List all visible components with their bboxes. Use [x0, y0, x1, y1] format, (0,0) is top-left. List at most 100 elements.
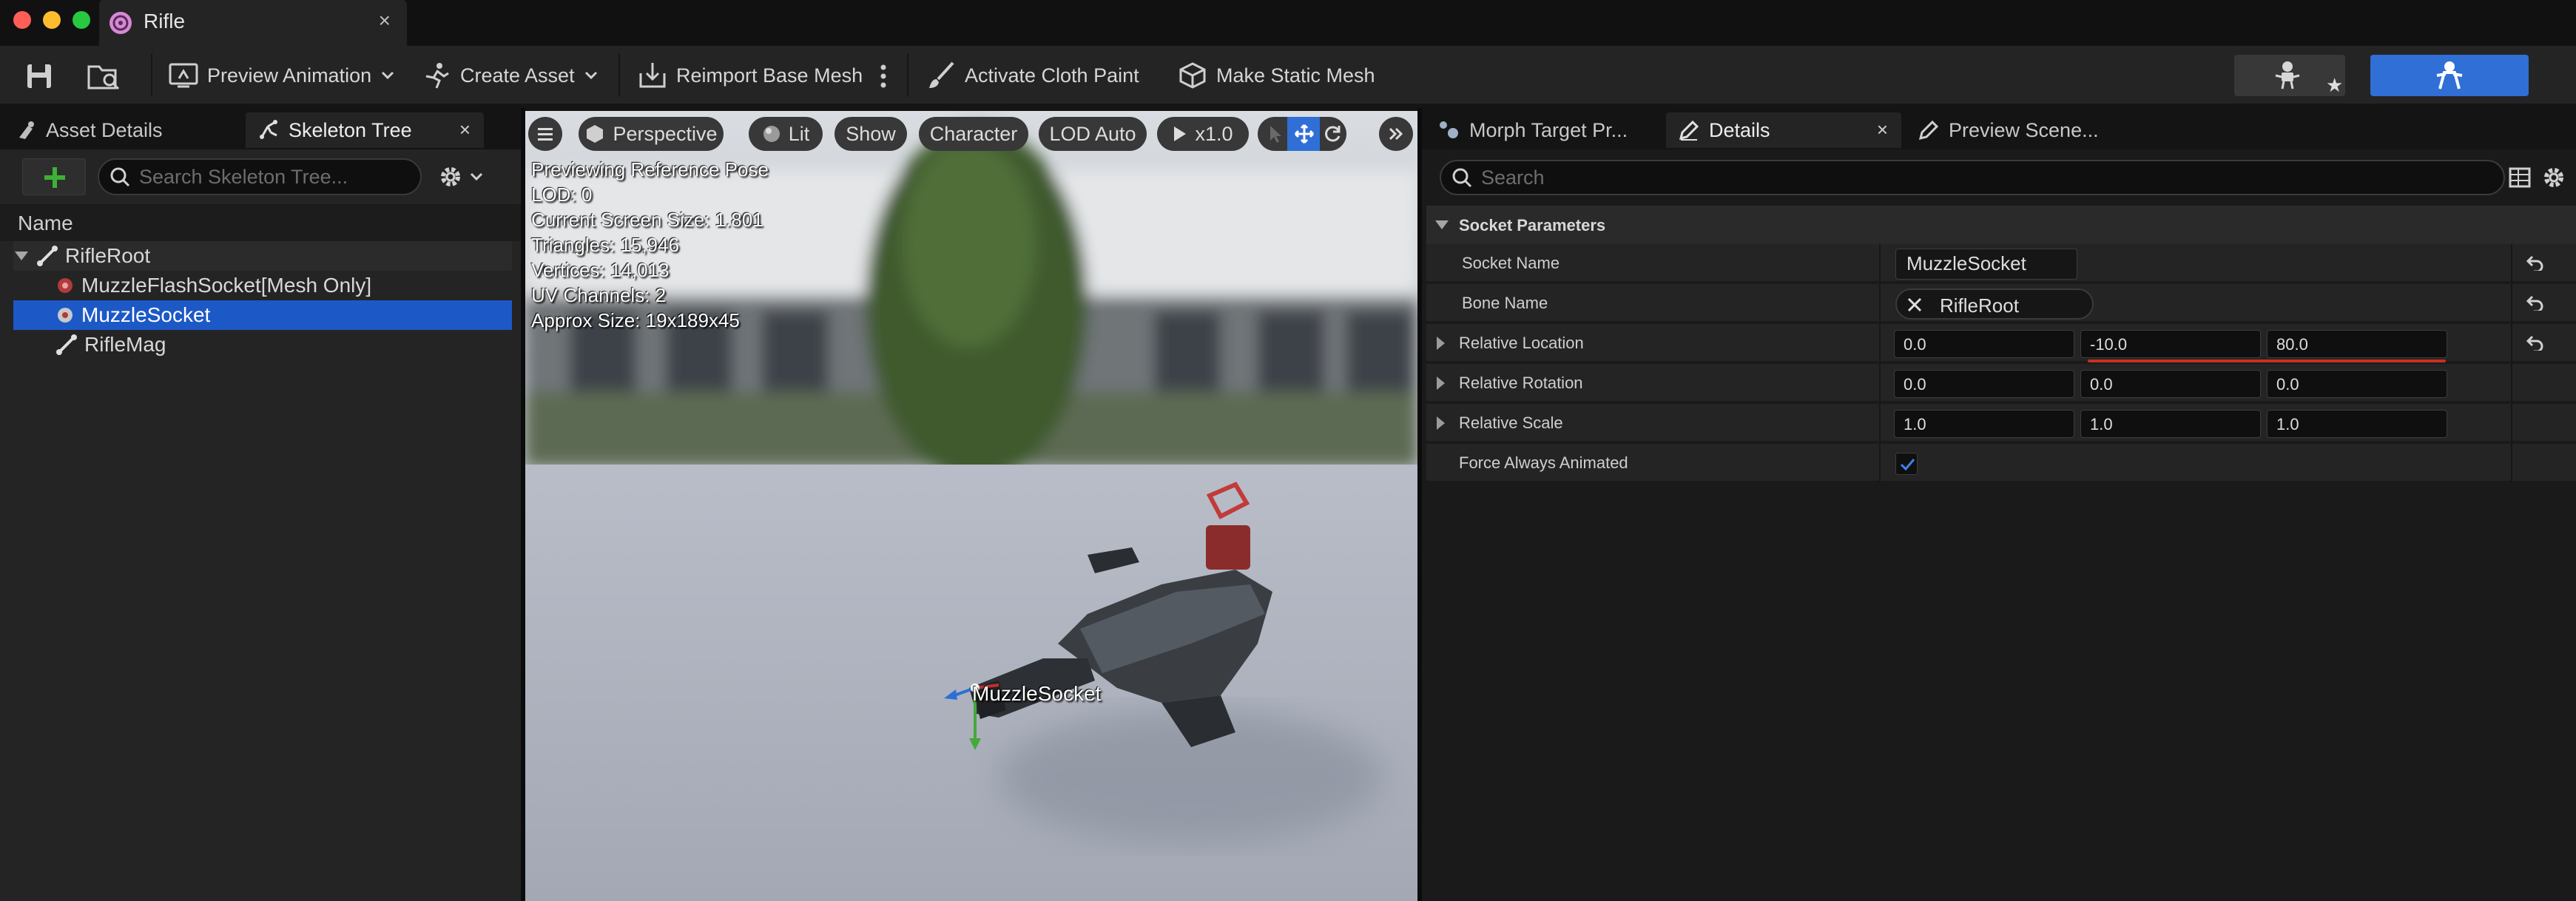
show-menu-button[interactable]: Show [834, 117, 907, 151]
minimize-window-button[interactable] [43, 11, 61, 29]
rotation-yaw-input[interactable]: 0.0 [2267, 370, 2447, 398]
lod-menu-button[interactable]: LOD Auto [1039, 117, 1147, 151]
socket-icon [55, 275, 75, 296]
tab-details[interactable]: Details × [1666, 112, 1901, 148]
document-tab[interactable]: Rifle × [99, 0, 407, 46]
skeleton-search-input[interactable]: Search Skeleton Tree... [98, 158, 422, 195]
playback-speed-button[interactable]: x1.0 [1157, 117, 1249, 151]
scale-z-input[interactable]: 1.0 [2267, 410, 2447, 438]
reset-to-default-icon[interactable] [2526, 334, 2545, 351]
preview-animation-button[interactable]: Preview Animation [169, 59, 395, 92]
stat-vertices: Vertices: 14,013 [531, 259, 670, 281]
tree-row-rifle-root[interactable]: RifleRoot [13, 241, 512, 271]
tree-item-label: RifleRoot [65, 244, 151, 267]
transform-tools-group [1258, 117, 1346, 151]
preview-scene-icon [1918, 119, 1940, 141]
tab-preview-scene[interactable]: Preview Scene... [1906, 112, 2141, 148]
scale-x-input[interactable]: 1.0 [1894, 410, 2074, 438]
tree-item-label: RifleMag [84, 333, 166, 356]
search-placeholder: Search [1481, 166, 1545, 189]
location-x-input[interactable]: 0.0 [1894, 330, 2074, 358]
right-panel-tabstrip: Morph Target Pr... Details × Preview Sce… [1422, 108, 2576, 149]
browse-asset-icon[interactable] [87, 61, 121, 92]
make-static-mesh-button[interactable]: Make Static Mesh [1178, 59, 1375, 92]
bone-name-value: RifleRoot [1940, 294, 2019, 317]
translate-tool-icon[interactable] [1287, 117, 1320, 151]
tree-column-header[interactable]: Name [0, 204, 521, 241]
skeleton-editor-mode-button[interactable]: ★ [2234, 55, 2345, 96]
preview-animation-label: Preview Animation [207, 64, 372, 87]
preview-animation-icon [169, 62, 198, 89]
tab-skeleton-tree[interactable]: Skeleton Tree × [246, 112, 484, 148]
add-socket-button[interactable] [22, 158, 86, 195]
expand-arrow-icon[interactable] [1437, 337, 1445, 350]
column-divider [1879, 444, 1881, 482]
static-mesh-icon [1178, 61, 1207, 90]
socket-name-input[interactable]: MuzzleSocket [1895, 249, 2077, 280]
tree-row-muzzle-flash-socket[interactable]: MuzzleFlashSocket [Mesh Only] [13, 271, 512, 300]
close-tab-icon[interactable]: × [379, 9, 391, 33]
create-asset-button[interactable]: Create Asset [422, 59, 599, 92]
viewport-menu-button[interactable] [528, 117, 562, 151]
force-always-animated-checkbox[interactable] [1895, 453, 1918, 475]
property-row-socket-name: Socket Name MuzzleSocket [1426, 244, 2576, 283]
details-search-input[interactable]: Search [1440, 160, 2505, 195]
location-y-input[interactable]: -10.0 [2080, 330, 2261, 358]
preview-viewport[interactable]: Perspective Lit Show Character LOD Auto … [525, 111, 1417, 901]
reset-to-default-icon[interactable] [2526, 294, 2545, 311]
rotation-pitch-input[interactable]: 0.0 [2080, 370, 2261, 398]
property-row-bone-name: Bone Name RifleRoot [1426, 284, 2576, 323]
clear-bone-icon[interactable] [1906, 296, 1923, 314]
expand-arrow-icon[interactable] [1437, 416, 1445, 430]
reimport-base-mesh-button[interactable]: Reimport Base Mesh [638, 59, 863, 92]
rotation-roll-input[interactable]: 0.0 [1894, 370, 2074, 398]
lit-mode-button[interactable]: Lit [749, 117, 823, 151]
skeletal-mesh-mode-button[interactable] [2370, 55, 2529, 96]
column-divider [1879, 404, 1881, 442]
select-tool-icon[interactable] [1268, 124, 1284, 144]
save-icon[interactable] [25, 62, 53, 90]
skeletal-mesh-asset-icon [108, 10, 133, 36]
tab-morph-target-preview[interactable]: Morph Target Pr... [1426, 112, 1662, 148]
tree-settings-button[interactable] [438, 164, 484, 189]
property-label: Relative Location [1459, 334, 1584, 352]
character-menu-button[interactable]: Character [919, 117, 1028, 151]
property-row-force-always-animated: Force Always Animated [1426, 444, 2576, 482]
panel-splitter[interactable] [521, 108, 525, 901]
more-options-icon[interactable] [879, 64, 888, 89]
perspective-view-button[interactable]: Perspective [579, 117, 724, 151]
plus-icon [43, 166, 67, 189]
more-viewport-options-button[interactable] [1379, 117, 1413, 151]
close-window-button[interactable] [13, 11, 31, 29]
socket-parameters-section[interactable]: Socket Parameters [1426, 206, 2576, 244]
column-divider [2511, 324, 2512, 362]
play-icon [1173, 125, 1187, 143]
maximize-window-button[interactable] [73, 11, 90, 29]
location-z-input[interactable]: 80.0 [2267, 330, 2447, 358]
column-divider [2511, 284, 2512, 323]
scale-y-input[interactable]: 1.0 [2080, 410, 2261, 438]
panel-splitter[interactable] [1417, 108, 1422, 901]
tab-skeleton-tree-label: Skeleton Tree [289, 118, 412, 141]
modified-value-indicator [2088, 360, 2446, 362]
skeleton-tree-icon [257, 119, 280, 141]
bone-name-picker[interactable]: RifleRoot [1895, 288, 2094, 320]
close-tab-icon[interactable]: × [1877, 118, 1888, 141]
chevron-down-icon [380, 70, 395, 81]
activate-cloth-paint-button[interactable]: Activate Cloth Paint [926, 59, 1139, 92]
document-tab-title: Rifle [144, 10, 186, 33]
rotate-tool-icon[interactable] [1323, 124, 1342, 144]
reset-to-default-icon[interactable] [2526, 254, 2545, 271]
property-label: Socket Name [1462, 254, 1560, 272]
property-row-relative-rotation: Relative Rotation 0.0 0.0 0.0 [1426, 364, 2576, 402]
gear-icon[interactable] [2542, 166, 2566, 189]
tree-row-rifle-mag[interactable]: RifleMag [13, 330, 512, 360]
tree-row-muzzle-socket[interactable]: MuzzleSocket [13, 300, 512, 330]
expand-arrow-icon[interactable] [1437, 377, 1445, 390]
close-tab-icon[interactable]: × [459, 118, 471, 141]
stat-preview-mode: Previewing Reference Pose [531, 158, 769, 180]
section-title: Socket Parameters [1459, 216, 1606, 234]
tab-asset-details[interactable]: Asset Details [4, 112, 240, 148]
property-matrix-icon[interactable] [2508, 166, 2532, 189]
toolbar-separator [907, 53, 908, 96]
